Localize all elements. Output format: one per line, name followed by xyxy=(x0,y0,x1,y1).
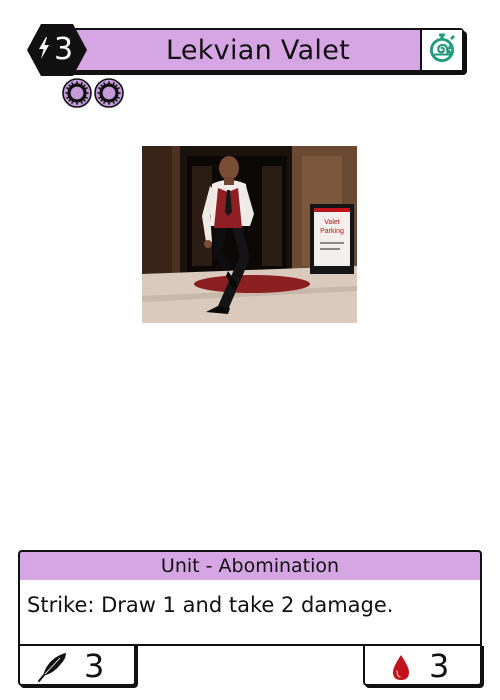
blood-drop-icon xyxy=(389,651,413,687)
health-stat: 3 xyxy=(363,644,482,686)
speed-indicator xyxy=(420,30,462,70)
cost-value: 3 xyxy=(54,32,74,67)
cost-badge: 3 xyxy=(26,23,88,77)
card-name: Lekvian Valet xyxy=(165,35,351,66)
power-value: 3 xyxy=(84,647,105,685)
lightning-bolt-icon xyxy=(38,37,50,59)
type-line: Unit - Abomination xyxy=(18,550,482,582)
health-value: 3 xyxy=(429,647,450,685)
rules-text: Strike: Draw 1 and take 2 damage. xyxy=(27,593,394,617)
card-title-bar: Lekvian Valet xyxy=(56,28,464,72)
snail-stopwatch-icon xyxy=(426,32,458,68)
element-icons xyxy=(62,78,124,108)
feather-quill-icon xyxy=(36,651,68,687)
power-stat: 3 xyxy=(18,644,136,686)
sign-line-1: Valet xyxy=(324,219,339,226)
rules-text-box: Strike: Draw 1 and take 2 damage. xyxy=(18,580,482,646)
card-art: Valet Parking xyxy=(142,146,357,323)
abomination-ring-icon xyxy=(94,78,124,108)
abomination-ring-icon xyxy=(62,78,92,108)
sign-line-2: Parking xyxy=(320,228,344,235)
